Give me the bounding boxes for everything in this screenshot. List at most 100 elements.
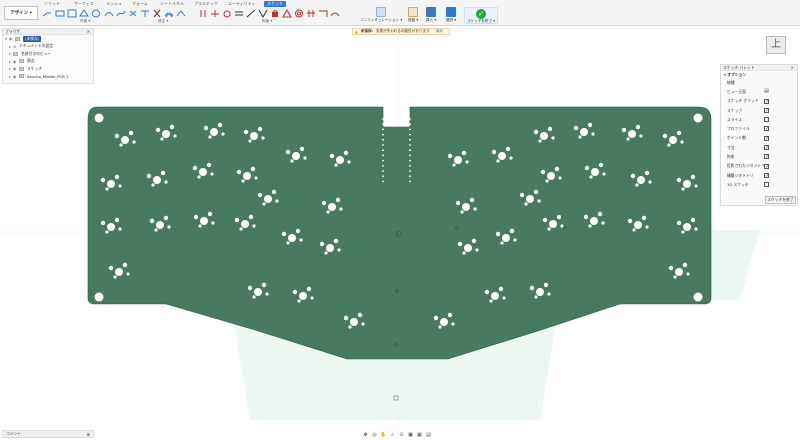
- tab-surface[interactable]: サーフェス: [74, 1, 94, 7]
- sketch-option-row[interactable]: 寸法 ✓: [721, 143, 797, 152]
- midpoint-constraint-icon[interactable]: [282, 9, 292, 18]
- tab-plastic[interactable]: プラスチック: [194, 1, 218, 7]
- checkbox[interactable]: ✓: [764, 126, 769, 132]
- equal-constraint-icon[interactable]: [234, 9, 244, 18]
- perpendicular-constraint-icon[interactable]: [246, 9, 256, 18]
- sketch-option-row[interactable]: ポイント数 ✓: [721, 134, 797, 143]
- design-workspace-button[interactable]: デザイン ▾: [4, 6, 38, 20]
- mounting-hole: [676, 177, 682, 183]
- checkbox[interactable]: ✓: [764, 172, 769, 178]
- sketch-option-row[interactable]: 投影されたジオメトリ ✓: [721, 162, 797, 171]
- slot-tool-icon[interactable]: [128, 9, 138, 18]
- options-section-header[interactable]: ▾ オプション: [721, 71, 797, 78]
- trim-tool-icon[interactable]: [152, 9, 162, 18]
- symmetry-constraint-icon[interactable]: [306, 9, 316, 18]
- rectangle-tool-icon[interactable]: [55, 9, 65, 18]
- select-button[interactable]: 選択 ▾: [446, 7, 456, 23]
- curvature-constraint-icon[interactable]: [330, 9, 340, 18]
- mounting-hole: [536, 288, 544, 296]
- tangent-constraint-icon[interactable]: [222, 9, 232, 18]
- circle-tool-icon[interactable]: [91, 9, 101, 18]
- checkbox[interactable]: ✓: [764, 163, 769, 169]
- checkbox[interactable]: [764, 182, 769, 188]
- browser-item-pcb-component[interactable]: ▸ ◉ Akucho_Middle_PCB 1: [3, 73, 93, 81]
- checkbox[interactable]: ✓: [764, 98, 769, 104]
- sketch-option-row[interactable]: 線種: [721, 78, 797, 87]
- sketch-option-row[interactable]: スライス: [721, 115, 797, 124]
- view-cube[interactable]: 上: [766, 36, 786, 54]
- text-tool-icon[interactable]: [140, 9, 150, 18]
- browser-item-document-settings[interactable]: ▸ ⚙ ドキュメントの設定: [3, 43, 93, 51]
- browser-collapse-icon[interactable]: ×: [87, 29, 90, 34]
- grid-settings-icon[interactable]: ▦: [416, 432, 423, 438]
- inspect-button[interactable]: 検査 ▾: [408, 7, 418, 23]
- extend-tool-icon[interactable]: [176, 9, 186, 18]
- spline-tool-icon[interactable]: [116, 9, 126, 18]
- design-canvas[interactable]: [0, 0, 800, 440]
- checkbox[interactable]: ✓: [764, 154, 769, 160]
- comments-toggle-icon[interactable]: ⊞: [87, 432, 90, 437]
- viewports-icon[interactable]: ▤: [425, 432, 432, 438]
- navigation-bar: ✥ ◎ ✋ ⌕ ⊙ ▣ ▦ ▤: [362, 430, 446, 439]
- rectangle-center-tool-icon[interactable]: [67, 9, 77, 18]
- mounting-hole: [489, 299, 493, 303]
- finish-sketch-palette-button[interactable]: スケッチを終了: [765, 196, 796, 204]
- pan-icon[interactable]: ✋: [380, 432, 387, 438]
- line-tool-icon[interactable]: [42, 9, 52, 18]
- browser-item-sketches[interactable]: ▸ ◉ スケッチ: [3, 65, 93, 73]
- offset-tool-icon[interactable]: [164, 9, 174, 18]
- insert-button[interactable]: 挿入 ▾: [426, 7, 436, 23]
- mounting-hole: [128, 130, 134, 136]
- modify-group-label[interactable]: 修正 ▾: [158, 19, 168, 24]
- fit-icon[interactable]: ⊙: [398, 432, 405, 438]
- tab-sheet-metal[interactable]: シートメタル: [160, 1, 184, 7]
- checkbox[interactable]: ✓: [764, 107, 769, 113]
- mounting-hole: [621, 127, 627, 133]
- create-group-label[interactable]: 作成 ▾: [80, 19, 90, 24]
- save-link[interactable]: 保存: [436, 29, 443, 34]
- mounting-hole: [589, 175, 593, 179]
- zoom-icon[interactable]: ⌕: [389, 432, 396, 438]
- display-settings-icon[interactable]: ▣: [407, 432, 414, 438]
- tab-solid[interactable]: ソリッド: [44, 1, 60, 7]
- finish-sketch-button[interactable]: ✓ スケッチを終了 ▾: [464, 7, 498, 24]
- browser-item-origin[interactable]: ▸ ◉ 原点: [3, 58, 93, 66]
- mounting-hole: [146, 173, 152, 179]
- coincident-constraint-icon[interactable]: [198, 9, 208, 18]
- tab-utility[interactable]: ユーティリティ: [228, 1, 256, 7]
- sketch-option-row[interactable]: スナップ ✓: [721, 106, 797, 115]
- polygon-tool-icon[interactable]: [79, 9, 89, 18]
- mounting-hole: [243, 172, 251, 180]
- constraints-group-label[interactable]: 拘束 ▾: [262, 19, 272, 24]
- concentric-constraint-icon[interactable]: [294, 9, 304, 18]
- look-at-icon[interactable]: ◎: [371, 432, 378, 438]
- sketch-palette-collapse-icon[interactable]: ×: [791, 65, 794, 70]
- sketch-option-row[interactable]: ビュー正面 ▤: [721, 87, 797, 96]
- configure-button[interactable]: コンフィギュレーション ▾: [360, 7, 402, 23]
- fix-constraint-icon[interactable]: [270, 9, 280, 18]
- sketch-option-row[interactable]: 構築ジオメトリ ✓: [721, 171, 797, 180]
- checkbox[interactable]: ✓: [764, 135, 769, 141]
- orbit-icon[interactable]: ✥: [362, 432, 369, 438]
- mounting-hole: [108, 265, 114, 271]
- tab-form[interactable]: フォーム: [132, 1, 148, 7]
- checkbox[interactable]: [764, 117, 769, 123]
- sketch-option-label: スケッチ グリッド: [727, 98, 759, 104]
- mounting-hole: [210, 128, 218, 136]
- browser-item-label: スケッチ: [27, 65, 43, 71]
- browser-root-item[interactable]: ▾ ◉ (未保存): [3, 35, 93, 43]
- look-at-icon[interactable]: ▤: [764, 89, 769, 95]
- arc-tool-icon[interactable]: [104, 9, 114, 18]
- horizontal-constraint-icon[interactable]: [318, 9, 328, 18]
- checkbox[interactable]: ✓: [764, 145, 769, 151]
- comments-panel[interactable]: コメント ⊞: [2, 430, 94, 438]
- sketch-option-row[interactable]: 拘束 ✓: [721, 152, 797, 161]
- browser-item-named-views[interactable]: ▸ 名前付きのビュー: [3, 50, 93, 58]
- parallel-constraint-icon[interactable]: [210, 9, 220, 18]
- tab-sketch[interactable]: スケッチ: [264, 1, 286, 7]
- sketch-option-row[interactable]: プロファイル ✓: [721, 124, 797, 133]
- sketch-option-row[interactable]: スケッチ グリッド ✓: [721, 97, 797, 106]
- sketch-option-row[interactable]: 3D スケッチ: [721, 180, 797, 189]
- tab-mesh[interactable]: メッシュ: [106, 1, 122, 7]
- collinear-constraint-icon[interactable]: [258, 9, 268, 18]
